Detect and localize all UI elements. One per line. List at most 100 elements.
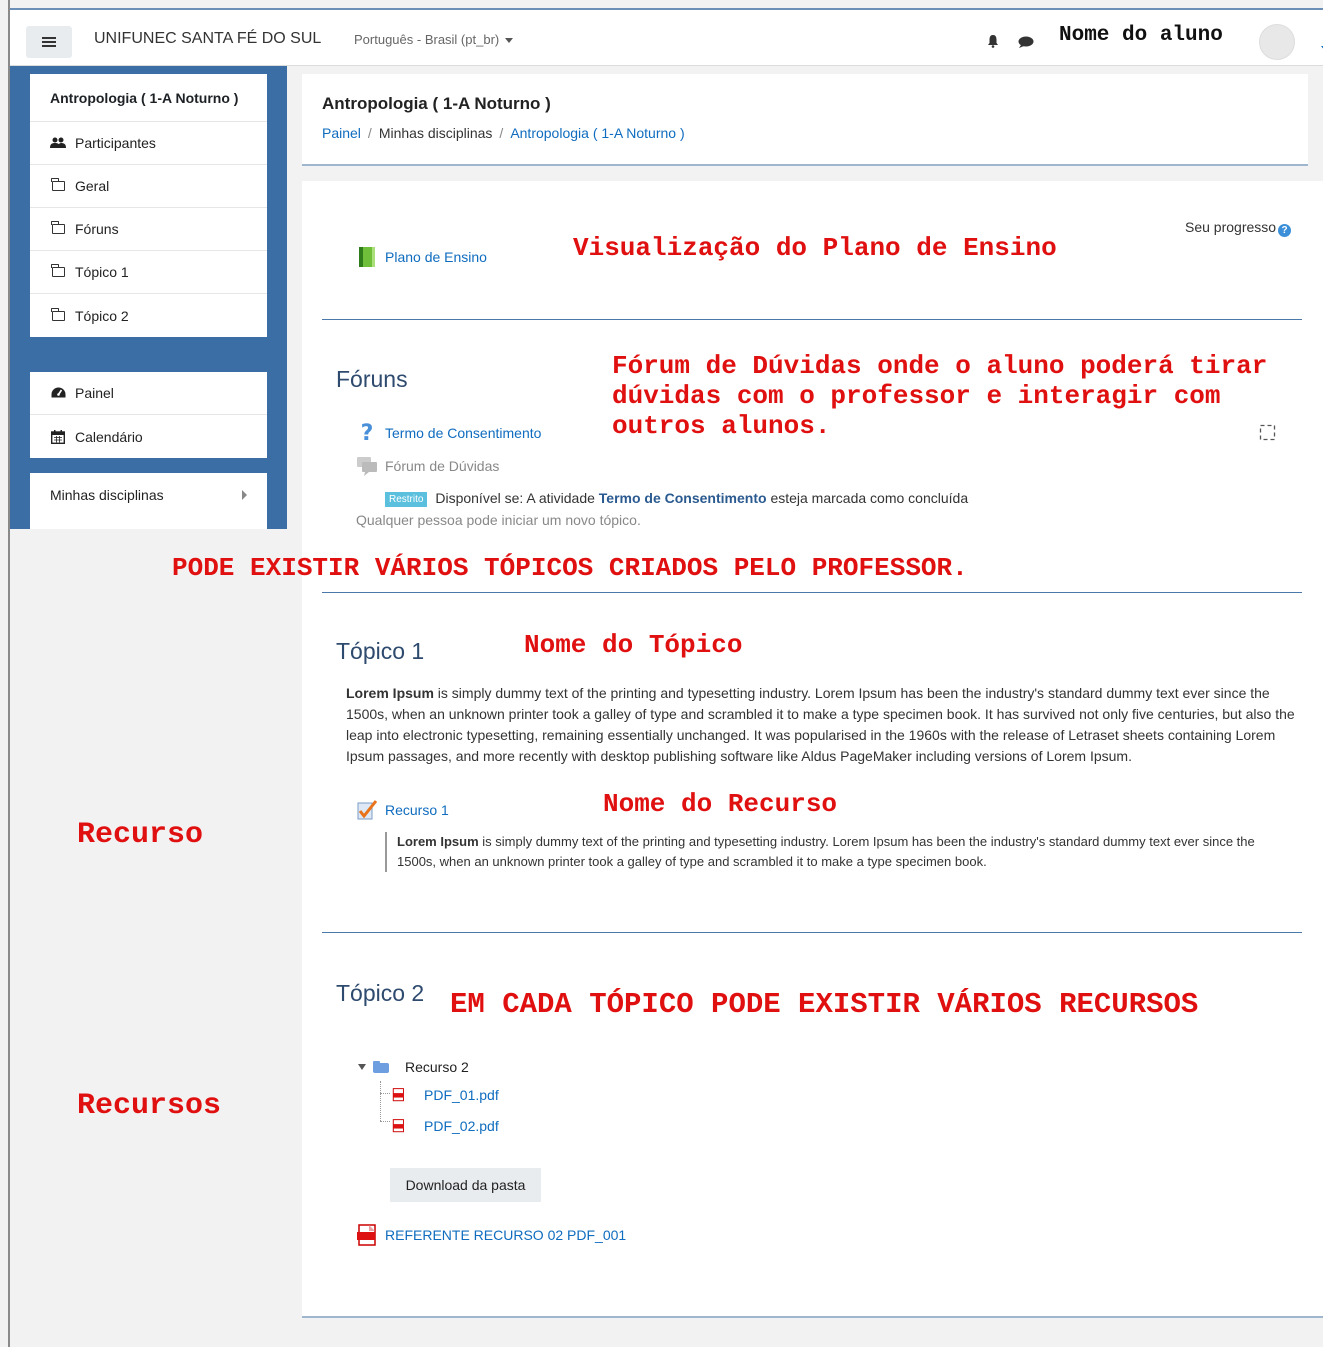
sidebar-item-topico-2[interactable]: Tópico 2 [30, 294, 267, 337]
avatar[interactable] [1259, 24, 1295, 60]
tree-connector [380, 1121, 390, 1122]
annotation-varios-recursos: EM CADA TÓPICO PODE EXISTIR VÁRIOS RECUR… [450, 988, 1199, 1021]
sidebar-item-participantes[interactable]: Participantes [30, 122, 267, 165]
frame-top-line [10, 8, 1323, 10]
folder-file-2[interactable]: PDF_02.pdf [392, 1118, 499, 1134]
activity-plano-de-ensino[interactable]: Plano de Ensino [356, 246, 487, 268]
completion-checkbox-icon[interactable] [1259, 424, 1276, 441]
folder-file-1[interactable]: PDF_01.pdf [392, 1087, 499, 1103]
progress-label: Seu progresso? [1185, 219, 1292, 237]
file-name: PDF_01.pdf [424, 1087, 499, 1103]
activity-recurso-1[interactable]: Recurso 1 [356, 799, 449, 821]
annotation-forum: Fórum de Dúvidas onde o aluno poderá tir… [612, 351, 1268, 437]
book-icon [359, 247, 375, 267]
section-divider [322, 932, 1302, 933]
sidebar-item-label: Geral [75, 178, 110, 194]
availability-suffix: esteja marcada como concluída [770, 490, 969, 506]
sidebar-item-painel[interactable]: Painel [30, 372, 267, 415]
sidebar-item-label: Calendário [75, 428, 143, 445]
section-title-foruns: Fóruns [336, 366, 408, 392]
folder-tree-root[interactable]: Recurso 2 [358, 1059, 469, 1075]
folder-name: Recurso 2 [405, 1059, 469, 1075]
folder-icon [51, 221, 65, 234]
activity-termo-de-consentimento[interactable]: ? Termo de Consentimento [356, 422, 542, 444]
breadcrumb-separator: / [367, 125, 372, 141]
resource-description: Lorem Ipsum is simply dummy text of the … [385, 832, 1275, 872]
pdf-icon [357, 1224, 376, 1246]
sidebar-item-label: Minhas disciplinas [50, 486, 164, 503]
page-title: Antropologia ( 1-A Noturno ) [322, 94, 551, 113]
activity-label: Recurso 1 [385, 802, 449, 818]
language-selector[interactable]: Português - Brasil (pt_br) [354, 32, 514, 47]
tree-connector [380, 1093, 390, 1094]
annotation-topicos: PODE EXISTIR VÁRIOS TÓPICOS CRIADOS PELO… [172, 553, 968, 583]
folder-icon [51, 264, 65, 277]
summary-bold: Lorem Ipsum [346, 685, 434, 701]
page-header: Antropologia ( 1-A Noturno ) Painel / Minh… [302, 74, 1308, 166]
site-name[interactable]: UNIFUNEC SANTA FÉ DO SUL [94, 30, 321, 48]
description-bold: Lorem Ipsum [397, 834, 479, 849]
site-nav-block: Painel Calendário [30, 372, 267, 458]
activity-referente-recurso[interactable]: REFERENTE RECURSO 02 PDF_001 [356, 1224, 626, 1246]
hamburger-icon [42, 41, 56, 43]
top-navbar: UNIFUNEC SANTA FÉ DO SUL Português - Bra… [10, 10, 1323, 66]
availability-activity-link[interactable]: Termo de Consentimento [599, 490, 767, 506]
file-name: PDF_02.pdf [424, 1118, 499, 1134]
sidebar-item-calendario[interactable]: Calendário [30, 415, 267, 458]
bell-icon[interactable] [986, 34, 1000, 48]
section-title-topico-2: Tópico 2 [336, 980, 425, 1006]
user-name[interactable]: Nome do aluno [1059, 24, 1223, 47]
sidebar-item-label: Fóruns [75, 221, 119, 237]
section-divider [322, 592, 1302, 593]
annotation-nome-topico: Nome do Tópico [524, 630, 743, 660]
breadcrumb-painel[interactable]: Painel [322, 125, 361, 141]
folder-icon [51, 307, 65, 321]
tree-connector [380, 1081, 381, 1121]
my-courses-block: Minhas disciplinas [30, 473, 267, 529]
summary-text: is simply dummy text of the printing and… [346, 685, 1295, 764]
sidebar-item-label: Participantes [75, 135, 156, 151]
sidebar-item-minhas-disciplinas[interactable]: Minhas disciplinas [30, 473, 267, 516]
progress-text: Seu progresso [1185, 219, 1277, 235]
breadcrumb-minhas-disciplinas[interactable]: Minhas disciplinas [379, 125, 493, 141]
topic1-summary: Lorem Ipsum is simply dummy text of the … [346, 683, 1306, 767]
activity-label: Plano de Ensino [385, 249, 487, 265]
activity-forum-de-duvidas[interactable]: Fórum de Dúvidas [356, 455, 499, 477]
annotation-recursos: Recursos [77, 1089, 222, 1123]
help-icon[interactable]: ? [1278, 224, 1292, 237]
sidebar-course-title[interactable]: Antropologia ( 1-A Noturno ) [30, 74, 267, 122]
users-icon [50, 137, 66, 148]
section-divider [322, 319, 1302, 320]
restricted-badge: Restrito [385, 492, 428, 507]
forum-icon [357, 457, 377, 476]
chat-icon[interactable] [1018, 36, 1034, 48]
assignment-icon [357, 800, 378, 820]
course-nav-block: Antropologia ( 1-A Noturno ) Participant… [30, 74, 267, 337]
activity-label: Termo de Consentimento [385, 425, 542, 441]
dashboard-icon [51, 387, 65, 397]
breadcrumb-course[interactable]: Antropologia ( 1-A Noturno ) [510, 125, 684, 141]
annotation-plano: Visualização do Plano de Ensino [573, 233, 1057, 263]
description-text: is simply dummy text of the printing and… [397, 834, 1255, 869]
section-title-topico-1: Tópico 1 [336, 638, 425, 664]
sidebar-item-foruns[interactable]: Fóruns [30, 208, 267, 251]
activity-label: REFERENTE RECURSO 02 PDF_001 [385, 1227, 627, 1243]
folder-icon [373, 1061, 389, 1073]
activity-label: Fórum de Dúvidas [385, 458, 500, 474]
svg-text:?: ? [361, 422, 374, 444]
availability-prefix: Disponível se: A atividade [435, 490, 595, 506]
annotation-recurso: Recurso [77, 818, 204, 852]
annotation-nome-recurso: Nome do Recurso [603, 789, 838, 819]
folder-icon [51, 178, 65, 191]
download-folder-button[interactable]: Download da pasta [390, 1168, 541, 1202]
sidebar-item-label: Tópico 1 [75, 264, 129, 280]
sidebar-item-label: Painel [75, 385, 114, 401]
sidebar-item-geral[interactable]: Geral [30, 165, 267, 208]
forum-note: Qualquer pessoa pode iniciar um novo tóp… [356, 512, 641, 528]
breadcrumb: Painel / Minhas disciplinas / Antropologia (… [322, 125, 685, 141]
language-label: Português - Brasil (pt_br) [354, 32, 500, 47]
caret-down-icon [505, 38, 514, 44]
sidebar-item-topico-1[interactable]: Tópico 1 [30, 251, 267, 294]
menu-toggle-button[interactable] [26, 26, 72, 58]
calendar-icon [51, 429, 65, 444]
